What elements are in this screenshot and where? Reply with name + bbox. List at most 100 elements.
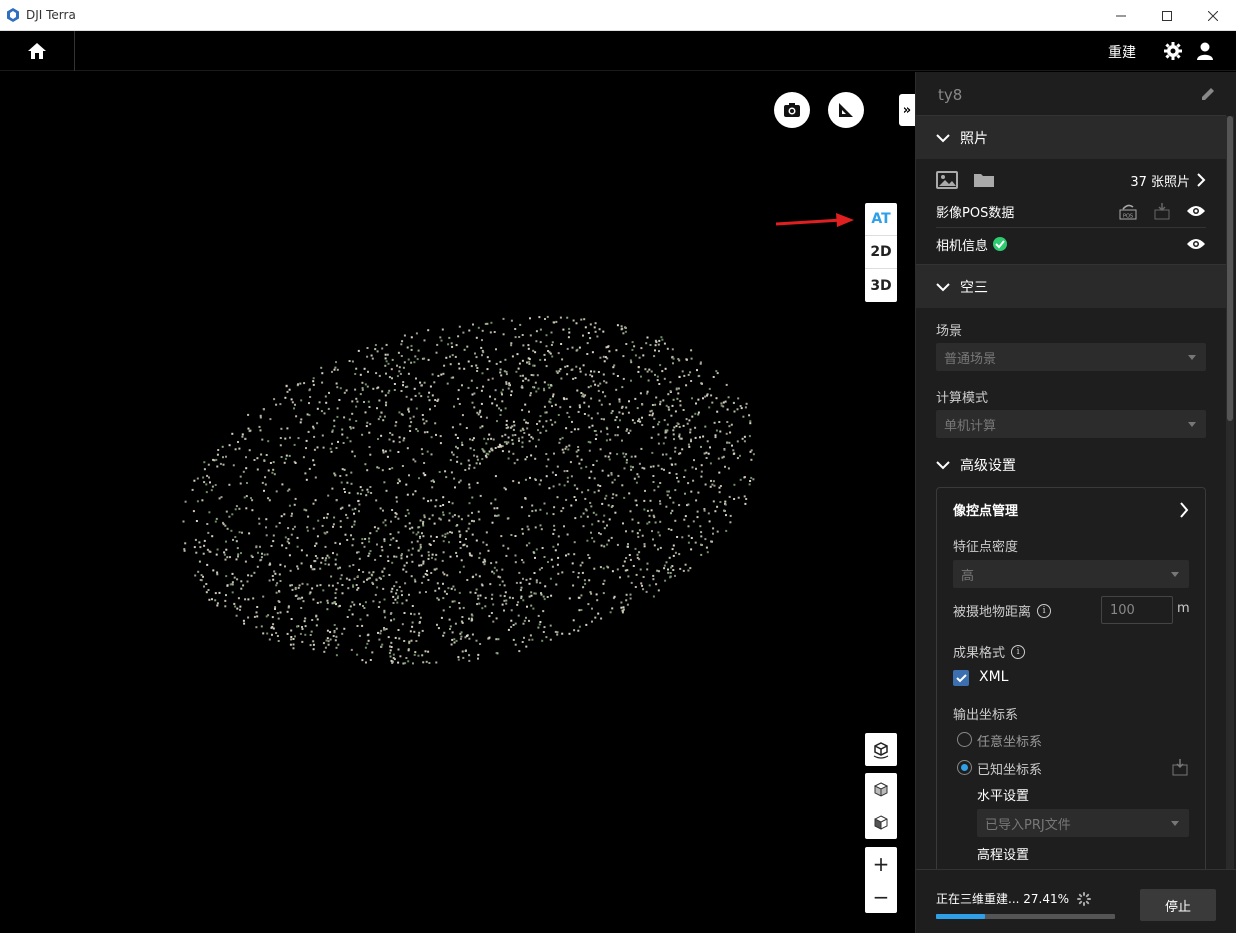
horizontal-settings-select[interactable]: 已导入PRJ文件 <box>977 809 1189 837</box>
camera-info-row: 相机信息 <box>936 233 1206 255</box>
chevron-down-icon <box>936 282 950 291</box>
chevron-down-icon <box>936 461 950 470</box>
top-view-button[interactable] <box>865 773 897 806</box>
side-view-button[interactable] <box>865 806 897 839</box>
red-arrow-annotation <box>776 213 854 227</box>
right-panel: ty8 照片 37 张照片 影像POS数据 POS 相机信息 空三 场景 普通场… <box>915 72 1236 933</box>
image-icon[interactable] <box>936 171 958 189</box>
ruler-triangle-icon <box>839 103 853 117</box>
maximize-icon <box>1162 10 1172 21</box>
cube-side-icon <box>874 814 888 830</box>
aerotriangulation-section-header[interactable]: 空三 <box>916 264 1226 308</box>
processing-footer: 正在三维重建... 27.41% 停止 <box>916 869 1236 933</box>
xml-label: XML <box>979 669 1009 685</box>
aerotriangulation-title: 空三 <box>960 279 988 296</box>
gcp-management-label: 像控点管理 <box>953 504 1019 519</box>
home-icon <box>28 43 46 59</box>
measure-button[interactable] <box>828 92 864 128</box>
horizontal-settings-value: 已导入PRJ文件 <box>985 817 1071 833</box>
pos-export-icon[interactable] <box>1152 202 1172 220</box>
format-label-row: 成果格式 i <box>953 642 1026 661</box>
advanced-settings-header[interactable]: 高级设置 <box>936 454 1206 476</box>
progress-fill <box>936 914 986 919</box>
eye-icon[interactable] <box>1186 237 1206 251</box>
orbit-tool <box>865 733 897 766</box>
rebuild-button[interactable]: 重建 <box>1108 42 1136 62</box>
compute-mode-select[interactable]: 单机计算 <box>936 410 1206 438</box>
collapse-panel-button[interactable]: » <box>899 94 915 126</box>
photos-section-title: 照片 <box>960 130 988 147</box>
gear-icon[interactable] <box>1163 41 1183 61</box>
check-circle-icon <box>993 237 1008 251</box>
close-button[interactable] <box>1190 0 1236 31</box>
divider <box>936 227 1206 228</box>
pos-data-row: 影像POS数据 POS <box>936 200 1206 222</box>
close-icon <box>1208 10 1218 21</box>
compute-mode-label: 计算模式 <box>936 391 989 406</box>
checkmark-icon <box>955 673 967 682</box>
mode-at-button[interactable]: AT <box>865 203 897 236</box>
camera-info-label: 相机信息 <box>936 238 989 254</box>
edit-icon[interactable] <box>1200 86 1216 102</box>
svg-text:POS: POS <box>1123 214 1133 220</box>
distance-label-row: 被摄地物距离 i <box>953 601 1052 620</box>
zoom-out-button[interactable]: − <box>865 880 897 913</box>
gcp-management-row[interactable]: 像控点管理 <box>953 500 1189 519</box>
home-button[interactable] <box>0 31 75 71</box>
photos-section-header[interactable]: 照片 <box>916 115 1226 159</box>
pos-import-icon[interactable]: POS <box>1118 202 1138 220</box>
info-icon[interactable]: i <box>1011 644 1026 659</box>
window-titlebar: DJI Terra <box>0 0 1236 31</box>
folder-icon[interactable] <box>973 171 995 189</box>
mode-2d-button[interactable]: 2D <box>865 236 897 269</box>
distance-value: 100 <box>1110 602 1135 618</box>
photos-row: 37 张照片 <box>936 169 1206 191</box>
mode-3d-button[interactable]: 3D <box>865 269 897 302</box>
maximize-button[interactable] <box>1144 0 1190 31</box>
caret-down-icon <box>1171 821 1179 826</box>
crs-any-radio[interactable] <box>957 732 972 747</box>
screenshot-button[interactable] <box>774 92 810 128</box>
panel-scroll-area[interactable]: ty8 照片 37 张照片 影像POS数据 POS 相机信息 空三 场景 普通场… <box>916 72 1236 869</box>
window-title: DJI Terra <box>26 8 76 22</box>
feature-density-select[interactable]: 高 <box>953 560 1189 588</box>
import-prj-icon[interactable] <box>1171 758 1189 776</box>
status-row: 正在三维重建... 27.41% <box>936 890 1092 907</box>
distance-input[interactable]: 100 <box>1101 596 1173 624</box>
feature-density-label: 特征点密度 <box>953 540 1019 555</box>
scene-select[interactable]: 普通场景 <box>936 343 1206 371</box>
zoom-controls: + − <box>865 847 897 913</box>
scene-label: 场景 <box>936 324 963 339</box>
advanced-settings-title: 高级设置 <box>960 458 1016 474</box>
user-icon[interactable] <box>1195 41 1215 61</box>
pos-data-label: 影像POS数据 <box>936 205 1015 221</box>
photo-count[interactable]: 37 张照片 <box>1130 171 1190 190</box>
camera-icon <box>784 103 800 117</box>
model-viewport[interactable]: » AT 2D 3D + − <box>0 72 915 933</box>
stop-button[interactable]: 停止 <box>1140 889 1216 921</box>
project-name: ty8 <box>938 86 963 104</box>
progress-bar <box>936 914 1115 919</box>
minimize-icon <box>1116 15 1126 16</box>
view-mode-switcher: AT 2D 3D <box>865 203 897 302</box>
rotate-view-button[interactable] <box>865 733 897 766</box>
horizontal-settings-label: 水平设置 <box>977 789 1030 804</box>
scrollbar-thumb[interactable] <box>1227 116 1233 421</box>
dji-terra-logo-icon <box>7 8 19 22</box>
info-icon[interactable]: i <box>1037 603 1052 618</box>
crs-known-radio[interactable] <box>957 760 972 775</box>
chevron-right-icon[interactable] <box>1196 173 1206 187</box>
advanced-settings-box: 像控点管理 特征点密度 高 被摄地物距离 i 100 m 成果格式 i XML … <box>936 487 1206 869</box>
minimize-button[interactable] <box>1098 0 1144 31</box>
zoom-in-button[interactable]: + <box>865 847 897 880</box>
compute-mode-value: 单机计算 <box>944 418 997 434</box>
output-crs-label: 输出坐标系 <box>953 708 1019 723</box>
panel-scrollbar[interactable] <box>1226 116 1234 869</box>
chevron-right-icon <box>1180 501 1189 518</box>
scene-value: 普通场景 <box>944 351 997 367</box>
crs-known-label: 已知坐标系 <box>977 763 1043 778</box>
xml-checkbox[interactable] <box>953 670 969 686</box>
caret-down-icon <box>1188 355 1196 360</box>
distance-unit: m <box>1177 601 1190 616</box>
eye-icon[interactable] <box>1186 204 1206 218</box>
